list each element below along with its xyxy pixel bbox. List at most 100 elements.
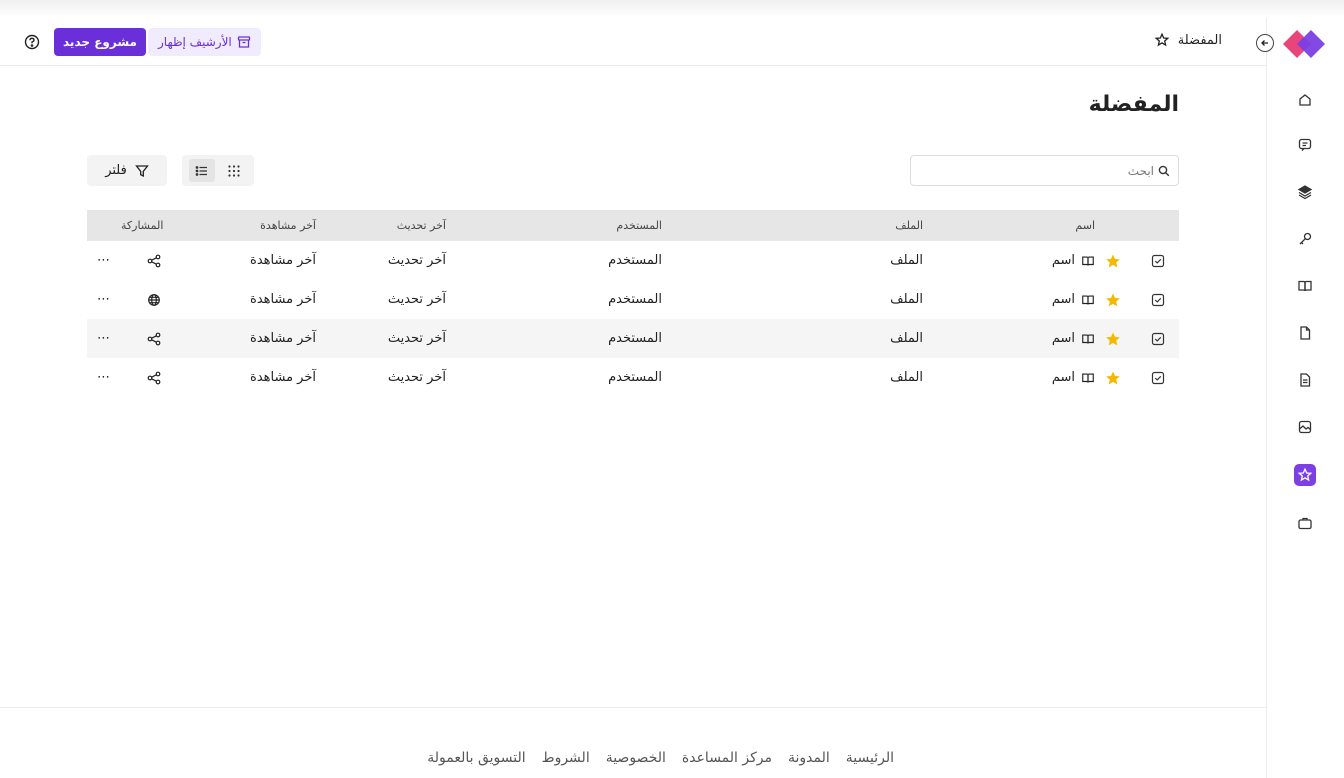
sidebar-item-files[interactable] bbox=[1294, 322, 1316, 344]
share-icon bbox=[147, 332, 161, 345]
list-icon bbox=[195, 165, 207, 176]
document-icon bbox=[1300, 373, 1311, 387]
sidebar-item-favorites[interactable] bbox=[1294, 464, 1316, 486]
book-icon bbox=[1298, 280, 1312, 292]
sidebar bbox=[1266, 18, 1344, 778]
favorites-table: اسم الملف المستخدم آخر تحديث آخر مشاهدة … bbox=[87, 210, 1179, 397]
star-filled-icon bbox=[1106, 332, 1120, 345]
sidebar-item-images[interactable] bbox=[1294, 416, 1316, 438]
header-user[interactable]: المستخدم bbox=[616, 210, 662, 241]
help-icon[interactable] bbox=[24, 34, 40, 50]
new-project-button[interactable]: مشروع جديد bbox=[54, 28, 146, 56]
collapse-sidebar-button[interactable] bbox=[1256, 34, 1274, 52]
search-icon bbox=[1158, 165, 1170, 176]
header-file[interactable]: الملف bbox=[895, 210, 923, 241]
app-logo[interactable] bbox=[1283, 28, 1325, 60]
row-name: اسم bbox=[1052, 280, 1095, 319]
row-last-updated: آخر تحديث bbox=[387, 331, 446, 346]
footer: الرئيسية المدونة مركز المساعدة الخصوصية … bbox=[0, 707, 1266, 778]
row-user: المستخدم bbox=[608, 292, 662, 307]
row-share[interactable] bbox=[147, 280, 161, 319]
filter-label: فلتر bbox=[105, 163, 127, 178]
star-filled-icon bbox=[1106, 254, 1120, 267]
sidebar-item-portfolio[interactable] bbox=[1294, 512, 1316, 534]
archive-icon bbox=[237, 36, 250, 48]
row-more-button[interactable]: ⋯ bbox=[97, 319, 110, 358]
sidebar-item-documents[interactable] bbox=[1294, 369, 1316, 391]
footer-link-terms[interactable]: الشروط bbox=[542, 750, 590, 766]
row-name: اسم bbox=[1052, 358, 1095, 397]
row-name: اسم bbox=[1052, 241, 1095, 280]
row-more-button[interactable]: ⋯ bbox=[97, 280, 110, 319]
row-checkbox[interactable] bbox=[1151, 358, 1165, 397]
row-checkbox[interactable] bbox=[1151, 319, 1165, 358]
favorite-star[interactable] bbox=[1105, 241, 1121, 280]
table-row[interactable]: اسم الملف المستخدم آخر تحديث آخر مشاهدة … bbox=[87, 358, 1179, 397]
image-icon bbox=[1298, 420, 1312, 434]
favorite-star[interactable] bbox=[1105, 280, 1121, 319]
row-share[interactable] bbox=[147, 319, 161, 358]
sidebar-item-layers[interactable] bbox=[1294, 181, 1316, 203]
row-user: المستخدم bbox=[608, 370, 662, 385]
sidebar-item-home[interactable] bbox=[1294, 89, 1316, 111]
show-archive-label: الأرشيف إظهار bbox=[158, 35, 232, 49]
breadcrumb-label: المفضلة bbox=[1177, 32, 1222, 48]
star-outline-icon[interactable] bbox=[1154, 32, 1170, 48]
header-last-seen[interactable]: آخر مشاهدة bbox=[260, 210, 316, 241]
row-checkbox[interactable] bbox=[1151, 241, 1165, 280]
show-archive-button[interactable]: الأرشيف إظهار bbox=[148, 28, 261, 56]
row-last-seen: آخر مشاهدة bbox=[250, 370, 316, 385]
table-row[interactable]: اسم الملف المستخدم آخر تحديث آخر مشاهدة … bbox=[87, 319, 1179, 358]
layers-icon bbox=[1297, 185, 1313, 200]
row-last-updated: آخر تحديث bbox=[387, 292, 446, 307]
arrow-left-icon bbox=[1261, 40, 1268, 46]
globe-icon bbox=[148, 293, 160, 306]
row-last-updated: آخر تحديث bbox=[387, 370, 446, 385]
favorite-star[interactable] bbox=[1105, 358, 1121, 397]
list-view-button[interactable] bbox=[189, 159, 215, 182]
book-icon bbox=[1082, 255, 1094, 265]
search-input[interactable] bbox=[911, 158, 1154, 183]
table-row[interactable]: اسم الملف المستخدم آخر تحديث آخر مشاهدة … bbox=[87, 241, 1179, 280]
window-top-shadow bbox=[0, 0, 1344, 18]
header-last-updated[interactable]: آخر تحديث bbox=[397, 210, 446, 241]
filter-button[interactable]: فلتر bbox=[87, 155, 167, 186]
row-name-text: اسم bbox=[1051, 253, 1075, 268]
book-icon bbox=[1082, 333, 1094, 343]
header-name[interactable]: اسم bbox=[1075, 210, 1095, 241]
checkbox-checked-icon bbox=[1151, 371, 1165, 384]
search-box[interactable] bbox=[910, 155, 1179, 186]
footer-link-blog[interactable]: المدونة bbox=[788, 750, 830, 766]
row-file: الملف bbox=[890, 292, 923, 307]
footer-links: الرئيسية المدونة مركز المساعدة الخصوصية … bbox=[427, 750, 894, 766]
row-more-button[interactable]: ⋯ bbox=[97, 358, 110, 397]
key-icon bbox=[1299, 232, 1312, 245]
row-share[interactable] bbox=[147, 358, 161, 397]
checkbox-checked-icon bbox=[1151, 293, 1165, 306]
table-row[interactable]: اسم الملف المستخدم آخر تحديث آخر مشاهدة … bbox=[87, 280, 1179, 319]
row-name-text: اسم bbox=[1051, 370, 1075, 385]
view-mode-toggle bbox=[182, 155, 254, 186]
header-sharing[interactable]: المشاركة bbox=[121, 210, 163, 241]
row-more-button[interactable]: ⋯ bbox=[97, 241, 110, 280]
row-checkbox[interactable] bbox=[1151, 280, 1165, 319]
footer-link-home[interactable]: الرئيسية bbox=[846, 750, 894, 766]
sidebar-item-keys[interactable] bbox=[1294, 228, 1316, 250]
file-icon bbox=[1300, 326, 1311, 340]
page-title: المفضلة bbox=[1088, 92, 1179, 117]
sidebar-item-messages[interactable] bbox=[1294, 134, 1316, 156]
favorite-star[interactable] bbox=[1105, 319, 1121, 358]
grid-icon bbox=[228, 164, 240, 177]
checkbox-checked-icon bbox=[1151, 254, 1165, 267]
row-share[interactable] bbox=[147, 241, 161, 280]
sidebar-item-library[interactable] bbox=[1294, 275, 1316, 297]
table-header: اسم الملف المستخدم آخر تحديث آخر مشاهدة … bbox=[87, 210, 1179, 241]
row-user: المستخدم bbox=[608, 331, 662, 346]
row-name-text: اسم bbox=[1051, 331, 1075, 346]
grid-view-button[interactable] bbox=[221, 159, 247, 182]
footer-link-privacy[interactable]: الخصوصية bbox=[606, 750, 666, 766]
filter-icon bbox=[134, 164, 149, 177]
footer-link-help-center[interactable]: مركز المساعدة bbox=[682, 750, 772, 766]
footer-link-affiliate[interactable]: التسويق بالعمولة bbox=[427, 750, 525, 766]
share-icon bbox=[147, 371, 161, 384]
